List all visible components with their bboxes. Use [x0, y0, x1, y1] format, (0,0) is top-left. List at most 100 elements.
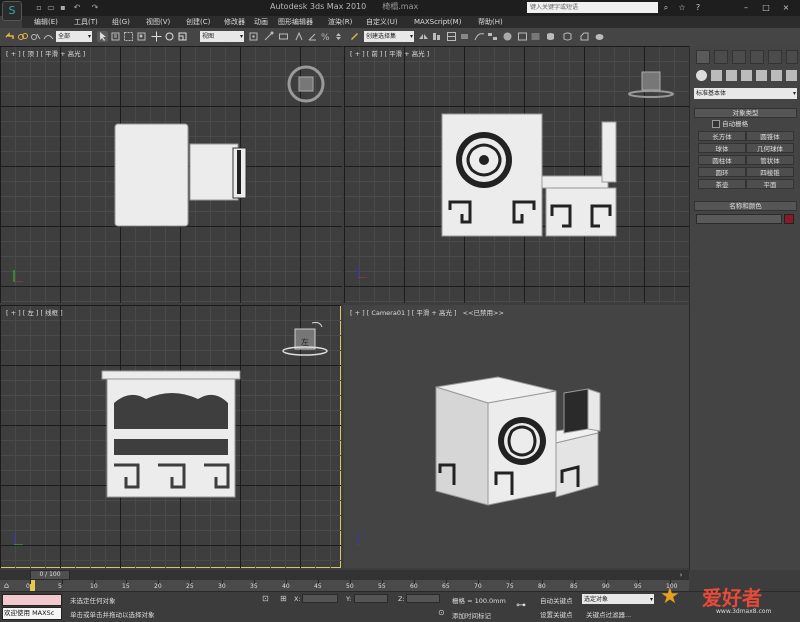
menu-customize[interactable]: 自定义(U) [366, 16, 398, 28]
select-by-name-icon[interactable] [110, 31, 121, 42]
shapes-icon[interactable] [711, 70, 722, 81]
select-and-scale-icon[interactable] [177, 31, 188, 42]
object-type-rollout[interactable]: 对象类型 [694, 108, 797, 118]
layer-manager-icon[interactable] [446, 31, 457, 42]
menu-group[interactable]: 组(G) [112, 16, 130, 28]
named-selection-sets-dropdown[interactable]: 创建选择集 ▾ [364, 31, 414, 42]
z-coordinate-field[interactable] [406, 594, 440, 603]
time-slider-thumb[interactable]: 0 / 100 [30, 570, 70, 580]
key-icon[interactable]: ⊶ [516, 600, 532, 612]
geosphere-button[interactable]: 几何球体 [746, 143, 794, 153]
select-and-manipulate-icon[interactable] [263, 31, 274, 42]
new-file-icon[interactable]: ▫ [34, 3, 44, 13]
create-tab-icon[interactable] [696, 50, 710, 64]
x-coordinate-field[interactable] [302, 594, 338, 603]
render-environment-icon[interactable] [579, 31, 590, 42]
undo-toolbar-icon[interactable] [4, 31, 15, 42]
save-file-icon[interactable]: ▪ [58, 3, 68, 13]
rendered-frame-window-icon[interactable] [530, 31, 541, 42]
cone-button[interactable]: 圆锥体 [746, 131, 794, 141]
lights-icon[interactable] [726, 70, 737, 81]
cameras-icon[interactable] [741, 70, 752, 81]
torus-button[interactable]: 圆环 [698, 167, 746, 177]
close-button[interactable]: × [780, 2, 792, 13]
object-color-swatch[interactable] [784, 214, 794, 224]
redo-icon[interactable]: ↷ [90, 3, 100, 13]
add-time-tag[interactable]: 添加时间标记 [452, 610, 491, 620]
viewport-label-camera[interactable]: [ + ] [ Camera01 ] [ 平滑 + 高光 ] <<已禁用>> [350, 307, 504, 317]
quick-render-icon[interactable] [545, 31, 556, 42]
menu-help[interactable]: 帮助(H) [478, 16, 503, 28]
search-icon[interactable]: ⌕ [660, 2, 672, 13]
window-crossing-icon[interactable] [136, 31, 147, 42]
reference-coord-dropdown[interactable]: 视图 ▾ [200, 31, 244, 42]
align-icon[interactable] [431, 31, 442, 42]
viewport-camera[interactable]: [ + ] [ Camera01 ] [ 平滑 + 高光 ] <<已禁用>> [344, 305, 689, 568]
plane-button[interactable]: 平面 [746, 179, 794, 189]
maxscript-listener-top[interactable] [2, 594, 62, 606]
select-and-rotate-icon[interactable] [164, 31, 175, 42]
pyramid-button[interactable]: 四棱锥 [746, 167, 794, 177]
pivot-center-icon[interactable] [248, 31, 259, 42]
viewcube-icon[interactable] [286, 64, 326, 104]
sphere-button[interactable]: 球体 [698, 143, 746, 153]
application-menu-button[interactable]: S [2, 1, 22, 21]
viewport-label-left[interactable]: [ + ] [ 左 ] [ 线框 ] [6, 307, 63, 317]
maximize-button[interactable]: □ [760, 2, 772, 13]
autogrid-checkbox[interactable] [712, 120, 720, 128]
set-key-button[interactable]: 设置关键点 [540, 609, 573, 619]
percent-snap-icon[interactable]: % [320, 31, 331, 42]
viewcube-icon[interactable] [626, 68, 676, 100]
hierarchy-tab-icon[interactable] [732, 50, 746, 64]
teapot-button[interactable]: 茶壶 [698, 179, 746, 189]
menu-edit[interactable]: 编辑(E) [34, 16, 58, 28]
display-tab-icon[interactable] [768, 50, 782, 64]
unlink-selection-icon[interactable] [30, 31, 41, 42]
helpers-icon[interactable] [756, 70, 767, 81]
viewport-top[interactable]: [ + ] [ 顶 ] [ 平滑 + 高光 ] [0, 46, 342, 303]
utilities-tab-icon[interactable] [786, 50, 798, 64]
viewport-label-top[interactable]: [ + ] [ 顶 ] [ 平滑 + 高光 ] [6, 48, 85, 58]
help-search-input[interactable]: 键入关键字或短语 [527, 2, 658, 13]
schematic-view-icon[interactable] [487, 31, 498, 42]
track-bar[interactable]: ⌂ 0 5 10 15 20 25 30 35 40 45 50 55 60 65 70 75 80 85 90 95… [0, 580, 689, 591]
name-and-color-rollout[interactable]: 名称和颜色 [694, 201, 797, 211]
cylinder-button[interactable]: 圆柱体 [698, 155, 746, 165]
select-and-move-icon[interactable] [151, 31, 162, 42]
maxscript-listener[interactable]: 欢迎使用 MAXSc [2, 607, 62, 620]
viewport-left[interactable]: [ + ] [ 左 ] [ 线框 ] 左 [0, 305, 341, 568]
undo-icon[interactable]: ↶ [72, 3, 82, 13]
systems-icon[interactable] [786, 70, 797, 81]
menu-rendering[interactable]: 渲染(R) [328, 16, 352, 28]
menu-graph-editors[interactable]: 图形编辑器 [278, 16, 313, 28]
autokey-button[interactable]: 自动关键点 [540, 595, 573, 605]
render-setup-icon[interactable] [517, 31, 528, 42]
spinner-snap-icon[interactable] [333, 31, 344, 42]
box-button[interactable]: 长方体 [698, 131, 746, 141]
mini-curve-editor-icon[interactable]: ⌂ [4, 580, 18, 591]
info-center-icon[interactable]: ☆ [676, 2, 688, 13]
active-shade-icon[interactable] [562, 31, 573, 42]
y-coordinate-field[interactable] [354, 594, 388, 603]
select-object-icon[interactable] [97, 31, 108, 42]
lock-icon[interactable]: ⊡ [262, 594, 272, 604]
render-production-icon[interactable] [594, 31, 605, 42]
menu-animation[interactable]: 动画 [254, 16, 268, 28]
absolute-mode-icon[interactable]: ⊞ [280, 594, 290, 604]
graphite-ribbon-icon[interactable] [459, 31, 470, 42]
geometry-icon[interactable] [696, 70, 707, 81]
minimize-button[interactable]: – [740, 2, 752, 13]
selection-filter-dropdown[interactable]: 全部 ▾ [56, 31, 92, 42]
key-filters-button[interactable]: 关键点过滤器... [586, 609, 631, 619]
time-slider[interactable]: 0 / 100 › [0, 570, 689, 580]
rectangular-selection-icon[interactable] [123, 31, 134, 42]
help-icon[interactable]: ? [692, 2, 704, 13]
menu-modifiers[interactable]: 修改器 [224, 16, 245, 28]
open-file-icon[interactable]: ▭ [46, 3, 56, 13]
modify-tab-icon[interactable] [714, 50, 728, 64]
viewport-label-front[interactable]: [ + ] [ 前 ] [ 平滑 + 高光 ] [350, 48, 429, 58]
material-editor-icon[interactable] [502, 31, 513, 42]
bind-to-space-warp-icon[interactable] [43, 31, 54, 42]
viewcube-left-face[interactable]: 左 [297, 337, 313, 348]
viewport-front[interactable]: [ + ] [ 前 ] [ 平滑 + 高光 ] [344, 46, 689, 303]
